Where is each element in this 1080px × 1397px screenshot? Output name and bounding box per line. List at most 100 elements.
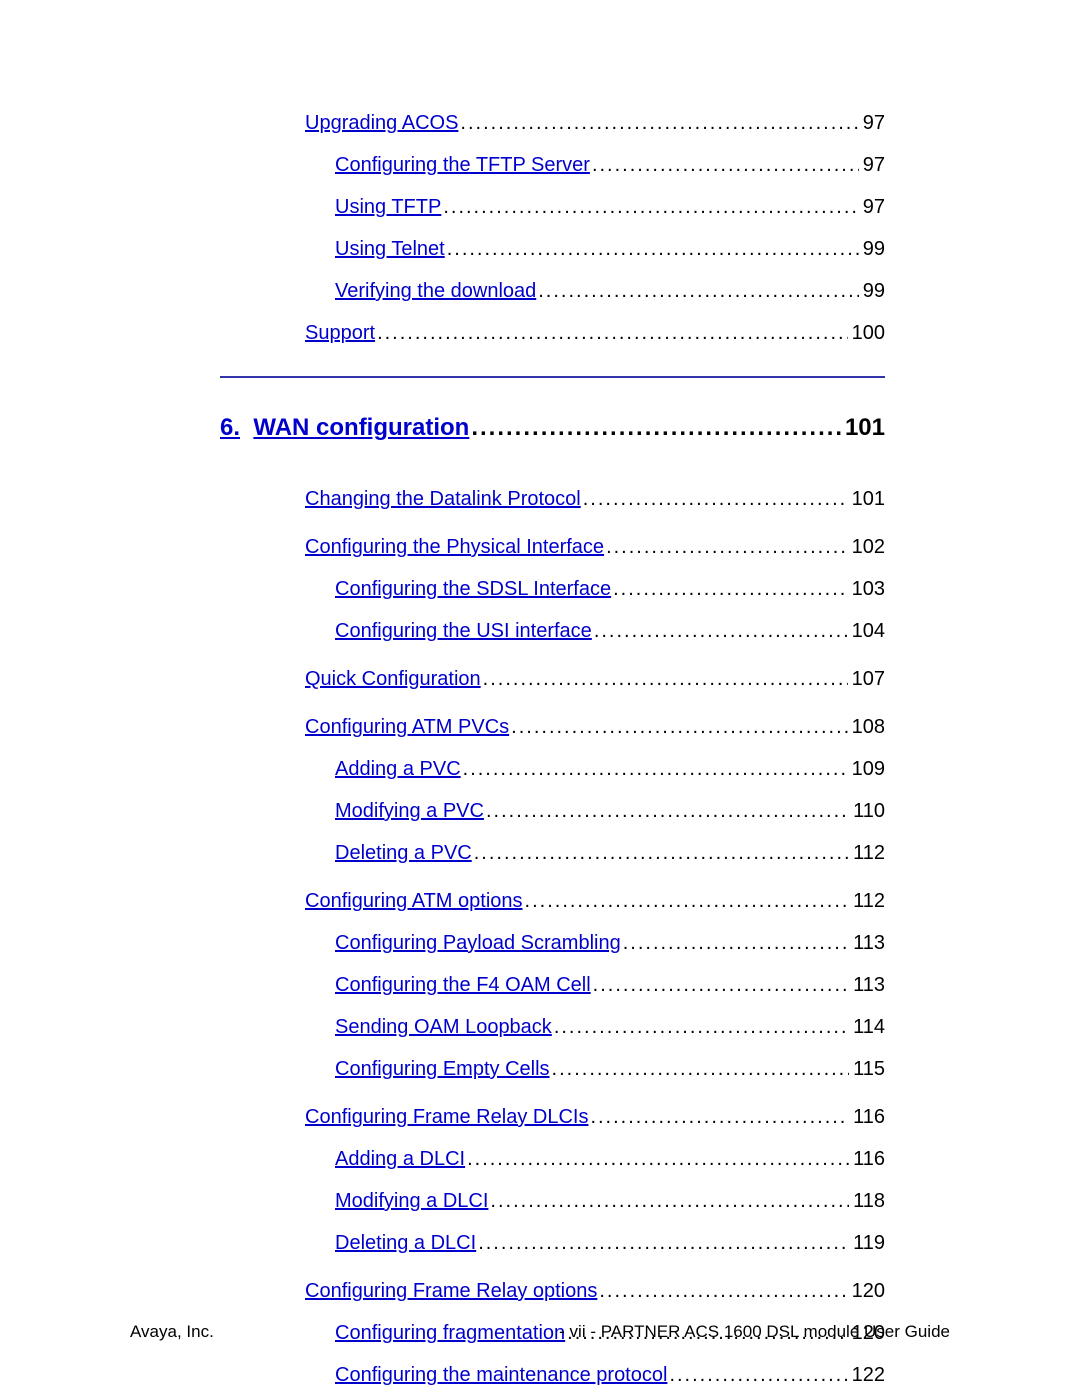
footer-right: - vii - PARTNER ACS 1600 DSL module User… bbox=[559, 1322, 950, 1342]
toc-entry-leader bbox=[592, 618, 848, 644]
toc-entry-label[interactable]: Configuring the SDSL Interface bbox=[335, 576, 611, 602]
toc-entry-label[interactable]: Configuring the F4 OAM Cell bbox=[335, 972, 591, 998]
toc-entry-label[interactable]: Modifying a PVC bbox=[335, 798, 484, 824]
toc-entry-leader bbox=[588, 1104, 849, 1130]
toc-entry-label[interactable]: Deleting a DLCI bbox=[335, 1230, 476, 1256]
toc-entry-label[interactable]: Configuring ATM PVCs bbox=[305, 714, 509, 740]
toc-top: Upgrading ACOS97Configuring the TFTP Ser… bbox=[305, 110, 885, 346]
toc-entry[interactable]: Deleting a PVC 112 bbox=[305, 840, 885, 866]
toc-entry[interactable]: Adding a PVC109 bbox=[305, 756, 885, 782]
toc-entry-leader bbox=[536, 278, 859, 304]
toc-entry-leader bbox=[441, 194, 858, 220]
toc-entry[interactable]: Configuring the maintenance protocol 122 bbox=[305, 1362, 885, 1388]
toc-group: Configuring ATM options112 Configuring Pa… bbox=[305, 888, 885, 1082]
toc-entry-leader bbox=[445, 236, 859, 262]
toc-entry[interactable]: Configuring the SDSL Interface 103 bbox=[305, 576, 885, 602]
toc-entry[interactable]: Configuring Frame Relay options 120 bbox=[305, 1278, 885, 1304]
chapter-number: 6. bbox=[220, 414, 240, 442]
toc-entry-page: 100 bbox=[848, 320, 885, 346]
toc-entry-page: 112 bbox=[849, 840, 885, 866]
toc-entry-label[interactable]: Adding a PVC bbox=[335, 756, 461, 782]
toc-entry[interactable]: Configuring Empty Cells115 bbox=[305, 1056, 885, 1082]
toc-entry-label[interactable]: Configuring Payload Scrambling bbox=[335, 930, 621, 956]
toc-entry-label[interactable]: Configuring ATM options bbox=[305, 888, 523, 914]
toc-entry-leader bbox=[604, 534, 848, 560]
chapter-page: 101 bbox=[841, 414, 885, 442]
toc-entry[interactable]: Configuring Payload Scrambling 113 bbox=[305, 930, 885, 956]
toc-entry-label[interactable]: Support bbox=[305, 320, 375, 346]
toc-entry[interactable]: Configuring the TFTP Server 97 bbox=[305, 152, 885, 178]
toc-entry-page: 116 bbox=[849, 1104, 885, 1130]
chapter-title: WAN configuration bbox=[253, 414, 469, 442]
toc-entry-page: 114 bbox=[849, 1014, 885, 1040]
toc-entry-leader bbox=[591, 972, 849, 998]
toc-entry[interactable]: Changing the Datalink Protocol101 bbox=[305, 486, 885, 512]
toc-entry-label[interactable]: Using Telnet bbox=[335, 236, 445, 262]
toc-entry-page: 113 bbox=[849, 930, 885, 956]
toc-entry-label[interactable]: Changing the Datalink Protocol bbox=[305, 486, 581, 512]
toc-entry-label[interactable]: Verifying the download bbox=[335, 278, 536, 304]
toc-entry-page: 103 bbox=[848, 576, 885, 602]
toc-entry-page: 107 bbox=[848, 666, 885, 692]
toc-entry[interactable]: Verifying the download 99 bbox=[305, 278, 885, 304]
toc-entry-label[interactable]: Configuring the Physical Interface bbox=[305, 534, 604, 560]
toc-entry-label[interactable]: Modifying a DLCI bbox=[335, 1188, 488, 1214]
toc-entry[interactable]: Configuring the USI interface104 bbox=[305, 618, 885, 644]
toc-entry-leader bbox=[465, 1146, 849, 1172]
toc-entry[interactable]: Configuring Frame Relay DLCIs 116 bbox=[305, 1104, 885, 1130]
toc-entry-page: 110 bbox=[849, 798, 885, 824]
toc-entry[interactable]: Sending OAM Loopback 114 bbox=[305, 1014, 885, 1040]
toc-entry[interactable]: Configuring ATM PVCs108 bbox=[305, 714, 885, 740]
chapter-heading[interactable]: 6. WAN configuration 101 bbox=[220, 414, 885, 442]
toc-entry-leader bbox=[621, 930, 849, 956]
toc-entry-leader bbox=[597, 1278, 847, 1304]
toc-entry[interactable]: Modifying a PVC 110 bbox=[305, 798, 885, 824]
toc-entry-label[interactable]: Sending OAM Loopback bbox=[335, 1014, 552, 1040]
toc-entry-label[interactable]: Configuring the TFTP Server bbox=[335, 152, 590, 178]
chapter-separator bbox=[240, 414, 253, 442]
toc-entry-page: 113 bbox=[849, 972, 885, 998]
toc-entry-leader bbox=[476, 1230, 849, 1256]
toc-entry-page: 99 bbox=[859, 236, 885, 262]
toc-entry[interactable]: Upgrading ACOS97 bbox=[305, 110, 885, 136]
toc-entry-page: 97 bbox=[859, 152, 885, 178]
toc-entry[interactable]: Using Telnet 99 bbox=[305, 236, 885, 262]
section-divider bbox=[220, 376, 885, 378]
toc-entry-label[interactable]: Deleting a PVC bbox=[335, 840, 472, 866]
toc-entry-label[interactable]: Upgrading ACOS bbox=[305, 110, 458, 136]
toc-entry-leader bbox=[461, 756, 848, 782]
toc-entry-label[interactable]: Adding a DLCI bbox=[335, 1146, 465, 1172]
toc-entry-label[interactable]: Configuring the USI interface bbox=[335, 618, 592, 644]
toc-entry[interactable]: Configuring ATM options112 bbox=[305, 888, 885, 914]
toc-entry-leader bbox=[509, 714, 847, 740]
toc-entry[interactable]: Configuring the F4 OAM Cell 113 bbox=[305, 972, 885, 998]
toc-entry[interactable]: Support 100 bbox=[305, 320, 885, 346]
toc-entry-page: 99 bbox=[859, 278, 885, 304]
toc-entry-leader bbox=[458, 110, 858, 136]
toc-entry-leader bbox=[523, 888, 850, 914]
toc-entry-page: 122 bbox=[848, 1362, 885, 1388]
toc-entry-label[interactable]: Configuring Frame Relay DLCIs bbox=[305, 1104, 588, 1130]
toc-entry-page: 118 bbox=[849, 1188, 885, 1214]
toc-entry[interactable]: Using TFTP 97 bbox=[305, 194, 885, 220]
toc-entry-page: 120 bbox=[848, 1278, 885, 1304]
toc-group: Configuring Frame Relay DLCIs 116 Adding a… bbox=[305, 1104, 885, 1256]
toc-entry-leader bbox=[590, 152, 859, 178]
toc-entry[interactable]: Adding a DLCI116 bbox=[305, 1146, 885, 1172]
toc-group: Changing the Datalink Protocol101 bbox=[305, 486, 885, 512]
toc-entry-label[interactable]: Configuring Frame Relay options bbox=[305, 1278, 597, 1304]
footer-left: Avaya, Inc. bbox=[130, 1322, 214, 1342]
toc-group: Configuring ATM PVCs108 Adding a PVC109 Mo… bbox=[305, 714, 885, 866]
toc-entry[interactable]: Configuring the Physical Interface102 bbox=[305, 534, 885, 560]
toc-entry[interactable]: Deleting a DLCI119 bbox=[305, 1230, 885, 1256]
toc-entry[interactable]: Quick Configuration 107 bbox=[305, 666, 885, 692]
toc-entry-label[interactable]: Quick Configuration bbox=[305, 666, 481, 692]
toc-entry-leader bbox=[481, 666, 848, 692]
toc-entry-label[interactable]: Configuring the maintenance protocol bbox=[335, 1362, 667, 1388]
toc-entry-page: 97 bbox=[859, 194, 885, 220]
toc-entry-label[interactable]: Configuring Empty Cells bbox=[335, 1056, 550, 1082]
toc-entry-leader bbox=[552, 1014, 849, 1040]
page: Upgrading ACOS97Configuring the TFTP Ser… bbox=[0, 0, 1080, 1397]
toc-entry-label[interactable]: Using TFTP bbox=[335, 194, 441, 220]
toc-entry[interactable]: Modifying a DLCI 118 bbox=[305, 1188, 885, 1214]
